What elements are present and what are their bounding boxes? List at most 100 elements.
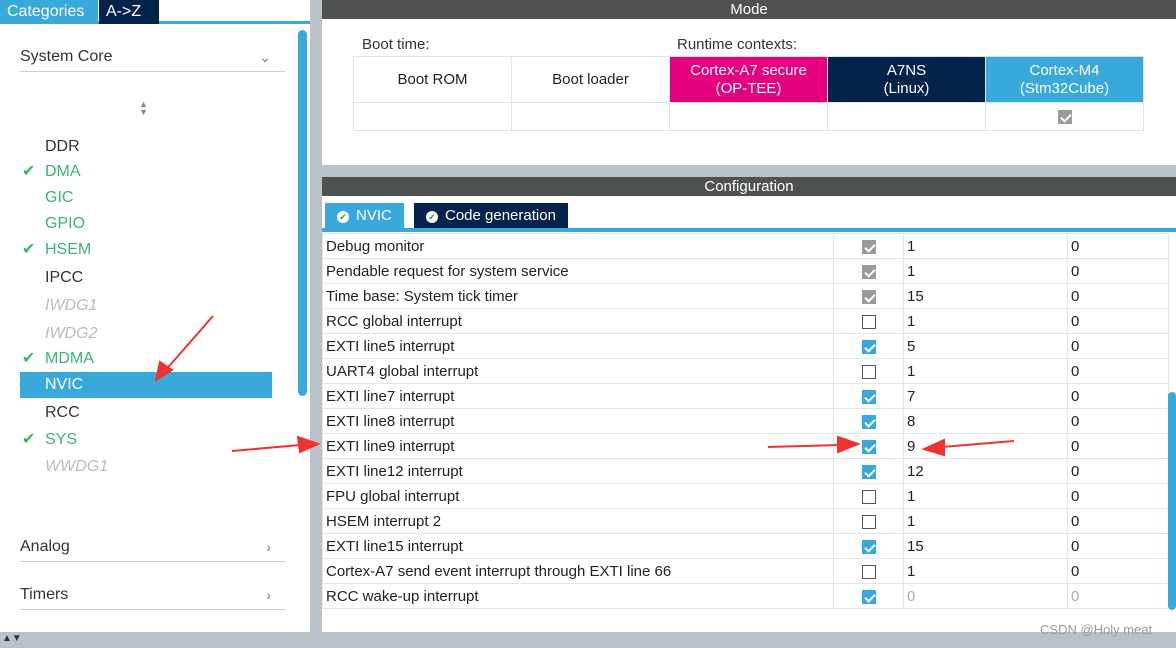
collapse-icon[interactable]: ▲▼ — [2, 633, 22, 644]
enabled-checkbox[interactable] — [861, 414, 876, 429]
mode-checkbox[interactable] — [1057, 110, 1072, 125]
sidebar-item-rcc[interactable]: RCC — [20, 400, 272, 426]
enabled-checkbox[interactable] — [861, 439, 876, 454]
mode-column-header: Cortex-A7 secure (OP-TEE) — [669, 56, 828, 103]
sub-priority[interactable]: 0 — [1067, 283, 1169, 309]
sidebar-item-iwdg1[interactable]: IWDG1 — [20, 293, 272, 319]
table-row: Debug monitor 1 0 — [322, 233, 1169, 259]
mode-column-subtitle: (Stm32Cube) — [1019, 79, 1110, 97]
preemption-priority[interactable]: 1 — [903, 233, 1068, 259]
tab-a-to-z[interactable]: A->Z — [99, 0, 159, 24]
panel-splitter[interactable] — [310, 0, 322, 648]
sidebar-item-mdma[interactable]: ✔ MDMA — [20, 346, 272, 372]
enabled-checkbox[interactable] — [861, 464, 876, 479]
tab-categories[interactable]: Categories — [0, 0, 98, 24]
sidebar-item-gic[interactable]: GIC — [20, 185, 272, 211]
sub-priority[interactable]: 0 — [1067, 383, 1169, 409]
enabled-checkbox[interactable] — [861, 539, 876, 554]
enabled-cell — [833, 283, 904, 309]
enabled-checkbox[interactable] — [861, 339, 876, 354]
preemption-priority[interactable]: 5 — [903, 333, 1068, 359]
sub-priority[interactable]: 0 — [1067, 358, 1169, 384]
sort-icon[interactable]: ▲ ▼ — [139, 100, 148, 117]
tab-nvic[interactable]: ✔ NVIC — [325, 203, 404, 228]
sub-priority[interactable]: 0 — [1067, 433, 1169, 459]
sidebar-item-label: IWDG2 — [45, 325, 98, 342]
sidebar-item-ipcc[interactable]: IPCC — [20, 265, 272, 291]
category-timers[interactable]: Timers › — [20, 580, 285, 610]
preemption-priority[interactable]: 12 — [903, 458, 1068, 484]
table-scrollbar[interactable] — [1168, 392, 1176, 610]
sub-priority[interactable]: 0 — [1067, 458, 1169, 484]
preemption-priority[interactable]: 15 — [903, 533, 1068, 559]
mode-cell — [985, 102, 1144, 131]
category-label: System Core — [20, 48, 113, 65]
enabled-cell — [833, 508, 904, 534]
enabled-checkbox[interactable] — [861, 389, 876, 404]
sidebar-item-hsem[interactable]: ✔ HSEM — [20, 237, 272, 263]
interrupt-name: Time base: System tick timer — [322, 283, 834, 309]
sidebar-scrollbar[interactable] — [298, 30, 307, 396]
table-row: Pendable request for system service 1 0 — [322, 258, 1169, 284]
enabled-checkbox[interactable] — [861, 589, 876, 604]
enabled-checkbox[interactable] — [861, 564, 876, 579]
sub-priority[interactable]: 0 — [1067, 308, 1169, 334]
preemption-priority[interactable]: 7 — [903, 383, 1068, 409]
interrupt-name: UART4 global interrupt — [322, 358, 834, 384]
tab-label: NVIC — [356, 207, 392, 224]
sub-priority[interactable]: 0 — [1067, 233, 1169, 259]
sidebar-item-iwdg2[interactable]: IWDG2 — [20, 321, 272, 347]
sub-priority[interactable]: 0 — [1067, 408, 1169, 434]
interrupt-name: EXTI line8 interrupt — [322, 408, 834, 434]
preemption-priority[interactable]: 1 — [903, 358, 1068, 384]
preemption-priority[interactable]: 1 — [903, 258, 1068, 284]
preemption-priority[interactable]: 0 — [903, 583, 1068, 609]
sidebar-item-nvic[interactable]: NVIC — [20, 372, 272, 398]
enabled-checkbox[interactable] — [861, 314, 876, 329]
sidebar-item-label: GPIO — [45, 215, 86, 232]
sub-priority[interactable]: 0 — [1067, 258, 1169, 284]
preemption-priority[interactable]: 8 — [903, 408, 1068, 434]
enabled-cell — [833, 558, 904, 584]
preemption-priority[interactable]: 1 — [903, 508, 1068, 534]
category-tabs: Categories A->Z — [0, 0, 310, 24]
sub-priority[interactable]: 0 — [1067, 558, 1169, 584]
table-row: EXTI line9 interrupt 9 0 — [322, 433, 1169, 459]
enabled-checkbox[interactable] — [861, 364, 876, 379]
sub-priority[interactable]: 0 — [1067, 508, 1169, 534]
interrupt-name: EXTI line15 interrupt — [322, 533, 834, 559]
category-analog[interactable]: Analog › — [20, 532, 285, 562]
sidebar-item-dma[interactable]: ✔ DMA — [20, 159, 272, 185]
enabled-checkbox — [861, 264, 876, 279]
category-system-core[interactable]: System Core ⌄ — [20, 42, 285, 72]
sidebar-item-label: IPCC — [45, 269, 84, 286]
preemption-priority[interactable]: 15 — [903, 283, 1068, 309]
enabled-checkbox[interactable] — [861, 489, 876, 504]
interrupt-name: EXTI line5 interrupt — [322, 333, 834, 359]
mode-cell — [353, 102, 512, 131]
sub-priority[interactable]: 0 — [1067, 533, 1169, 559]
preemption-priority[interactable]: 1 — [903, 558, 1068, 584]
enabled-cell — [833, 233, 904, 259]
check-icon: ✔ — [22, 241, 36, 258]
enabled-cell — [833, 308, 904, 334]
preemption-priority[interactable]: 1 — [903, 483, 1068, 509]
mode-column-title: Cortex-M4 — [1029, 61, 1100, 79]
tab-code-generation[interactable]: ✔ Code generation — [414, 203, 568, 228]
sidebar-item-label: IWDG1 — [45, 297, 98, 314]
mode-column-header: Boot ROM — [353, 56, 512, 103]
watermark: CSDN @Holy meat — [1040, 622, 1153, 637]
sub-priority[interactable]: 0 — [1067, 333, 1169, 359]
check-circle-icon: ✔ — [337, 211, 349, 223]
sub-priority[interactable]: 0 — [1067, 483, 1169, 509]
enabled-checkbox[interactable] — [861, 514, 876, 529]
sidebar-item-ddr[interactable]: DDR — [20, 134, 272, 160]
sidebar-item-sys[interactable]: ✔ SYS — [20, 427, 272, 453]
sidebar-item-label: DDR — [45, 138, 80, 155]
preemption-priority[interactable]: 1 — [903, 308, 1068, 334]
sidebar-item-wwdg1[interactable]: WWDG1 — [20, 454, 272, 480]
preemption-priority[interactable]: 9 — [903, 433, 1068, 459]
categories-panel: Categories A->Z System Core ⌄ ▲ ▼ DDR ✔ DMA G… — [0, 0, 310, 632]
sidebar-item-gpio[interactable]: GPIO — [20, 211, 272, 237]
sub-priority[interactable]: 0 — [1067, 583, 1169, 609]
